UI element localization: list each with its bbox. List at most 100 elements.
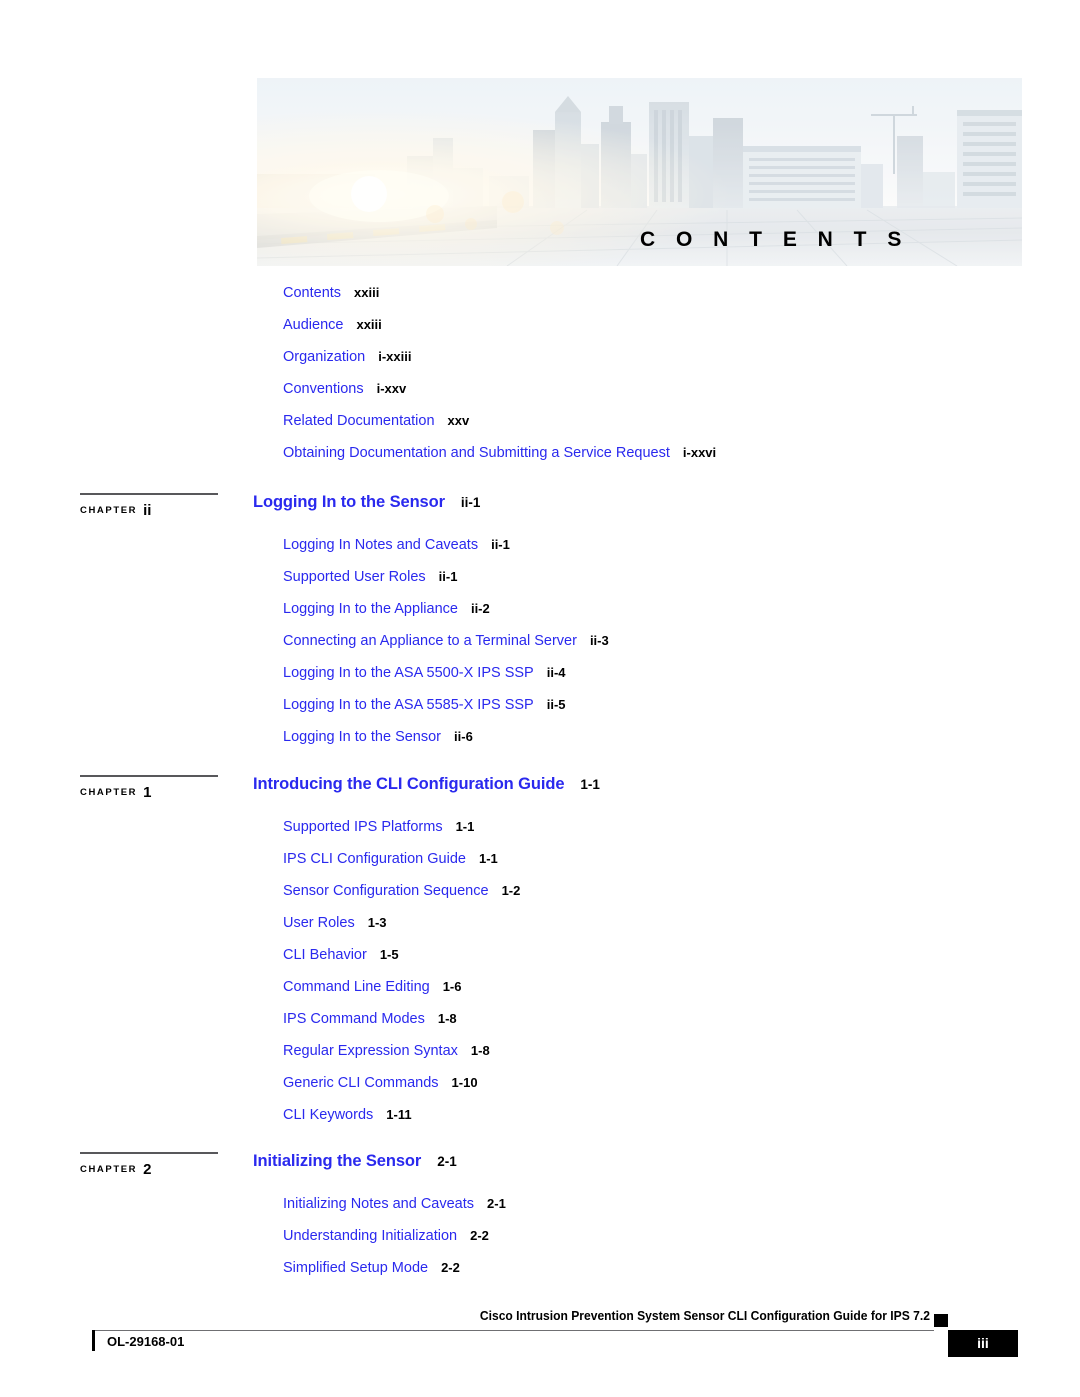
toc-entry-page: 1-8 bbox=[470, 1043, 490, 1058]
toc-entry-label: Logging In to the Sensor bbox=[283, 729, 442, 745]
toc-entry-label: Logging In Notes and Caveats bbox=[283, 537, 479, 553]
chapter-rule bbox=[80, 1152, 218, 1154]
toc-entry-page: ii-6 bbox=[454, 729, 473, 744]
toc-entry[interactable]: CLI Keywords 1-11 bbox=[283, 1105, 1013, 1137]
toc-entry-label: Logging In to the ASA 5585-X IPS SSP bbox=[283, 697, 534, 713]
chapter-title-row[interactable]: Logging In to the Sensor ii-1 bbox=[253, 493, 1013, 524]
toc-entry-label: Audience bbox=[283, 317, 344, 333]
toc-entry[interactable]: Audience xxiii bbox=[283, 315, 1003, 347]
toc-entry-page: 2-1 bbox=[487, 1196, 506, 1211]
chapter-number: ii bbox=[143, 502, 152, 519]
toc-entry-label: CLI Behavior bbox=[283, 947, 367, 963]
toc-entry-page: 1-8 bbox=[437, 1011, 457, 1026]
toc-entry-page: 1-1 bbox=[455, 819, 475, 834]
toc-entry-label: Obtaining Documentation and Submitting a… bbox=[283, 445, 670, 461]
toc-entry-label: Logging In to the ASA 5500-X IPS SSP bbox=[283, 665, 534, 681]
chapter-word: CHAPTER bbox=[80, 505, 138, 516]
footer-document-id: OL-29168-01 bbox=[107, 1334, 185, 1349]
page-footer: Cisco Intrusion Prevention System Sensor… bbox=[0, 1300, 1080, 1370]
toc-entry-label: Logging In to the Appliance bbox=[283, 601, 458, 617]
toc-entry-label: User Roles bbox=[283, 915, 355, 931]
toc-entry[interactable]: Command Line Editing 1-6 bbox=[283, 977, 1013, 1009]
toc-entry-page: ii-4 bbox=[546, 665, 566, 680]
footer-square-marker bbox=[934, 1314, 948, 1327]
toc-entry-label: Regular Expression Syntax bbox=[283, 1043, 458, 1059]
toc-entry-page: 1-10 bbox=[451, 1075, 478, 1090]
page-title: C O N T E N T S bbox=[640, 228, 909, 251]
toc-entry-page: ii-3 bbox=[589, 633, 609, 648]
toc-entry[interactable]: IPS CLI Configuration Guide 1-1 bbox=[283, 849, 1013, 881]
chapter-marker: CHAPTER 2 bbox=[80, 1152, 220, 1179]
chapter-number: 1 bbox=[143, 784, 152, 801]
toc-entry-page: 1-3 bbox=[367, 915, 387, 930]
toc-entry-page: xxiii bbox=[354, 285, 380, 300]
toc-entry[interactable]: Logging In to the Appliance ii-2 bbox=[283, 599, 1013, 631]
toc-entry[interactable]: CLI Behavior 1-5 bbox=[283, 945, 1013, 977]
toc-entry[interactable]: Regular Expression Syntax 1-8 bbox=[283, 1041, 1013, 1073]
toc-entry-label: Conventions bbox=[283, 381, 364, 397]
footer-page-number: iii bbox=[948, 1330, 1018, 1357]
chapter-number: 2 bbox=[143, 1161, 152, 1178]
chapter-marker: CHAPTER ii bbox=[80, 493, 220, 520]
toc-entry-page: xxiii bbox=[356, 317, 382, 332]
chapter-word: CHAPTER bbox=[80, 1164, 138, 1175]
chapter-title: Initializing the Sensor bbox=[253, 1152, 422, 1170]
toc-entry-page: 1-1 bbox=[478, 851, 498, 866]
toc-entry[interactable]: Supported IPS Platforms 1-1 bbox=[283, 817, 1013, 849]
footer-tick-marker bbox=[92, 1330, 95, 1351]
chapter-title-page: 1-1 bbox=[580, 777, 600, 792]
front-matter-toc-list: Contents xxiii Audience xxiii Organization… bbox=[283, 283, 1003, 475]
toc-entry-label: Initializing Notes and Caveats bbox=[283, 1196, 475, 1212]
toc-entry[interactable]: Logging In to the ASA 5585-X IPS SSP ii-5 bbox=[283, 695, 1013, 727]
toc-entry[interactable]: Sensor Configuration Sequence 1-2 bbox=[283, 881, 1013, 913]
toc-entry-label: Understanding Initialization bbox=[283, 1228, 458, 1244]
chapter-title: Logging In to the Sensor bbox=[253, 493, 445, 511]
toc-entry-page: 1-2 bbox=[501, 883, 521, 898]
toc-entry-label: Related Documentation bbox=[283, 413, 435, 429]
toc-entry[interactable]: Initializing Notes and Caveats 2-1 bbox=[283, 1194, 1013, 1226]
toc-entry-label: IPS Command Modes bbox=[283, 1011, 425, 1027]
chapter-title-row[interactable]: Introducing the CLI Configuration Guide 1… bbox=[253, 775, 1013, 806]
toc-entry[interactable]: Related Documentation xxv bbox=[283, 411, 1003, 443]
toc-entry-page: ii-1 bbox=[491, 537, 510, 552]
toc-entry[interactable]: IPS Command Modes 1-8 bbox=[283, 1009, 1013, 1041]
toc-entry-label: IPS CLI Configuration Guide bbox=[283, 851, 466, 867]
toc-entry-label: CLI Keywords bbox=[283, 1107, 374, 1123]
toc-entry[interactable]: Supported User Roles ii-1 bbox=[283, 567, 1013, 599]
footer-document-title: Cisco Intrusion Prevention System Sensor… bbox=[479, 1308, 930, 1323]
toc-entry-page: 2-2 bbox=[441, 1260, 460, 1275]
toc-entry[interactable]: Generic CLI Commands 1-10 bbox=[283, 1073, 1013, 1105]
toc-entry[interactable]: Contents xxiii bbox=[283, 283, 1003, 315]
toc-entry-page: ii-1 bbox=[438, 569, 458, 584]
toc-entry[interactable]: Logging In Notes and Caveats ii-1 bbox=[283, 535, 1013, 567]
chapter-title-row[interactable]: Initializing the Sensor 2-1 bbox=[253, 1152, 1013, 1183]
toc-entry[interactable]: Obtaining Documentation and Submitting a… bbox=[283, 443, 1003, 475]
toc-entry[interactable]: Conventions i-xxv bbox=[283, 379, 1003, 411]
toc-entry-label: Contents bbox=[283, 285, 342, 301]
toc-entry-label: Sensor Configuration Sequence bbox=[283, 883, 489, 899]
toc-entry[interactable]: Connecting an Appliance to a Terminal Se… bbox=[283, 631, 1013, 663]
toc-entry-page: i-xxiii bbox=[378, 349, 412, 364]
toc-entry[interactable]: Logging In to the ASA 5500-X IPS SSP ii-4 bbox=[283, 663, 1013, 695]
toc-entry-page: 1-5 bbox=[379, 947, 399, 962]
chapter-title-page: ii-1 bbox=[460, 495, 481, 510]
toc-entry-page: i-xxvi bbox=[682, 445, 717, 460]
toc-entry-page: 2-2 bbox=[470, 1228, 489, 1243]
toc-entry-page: 1-11 bbox=[386, 1107, 412, 1122]
toc-entry-label: Organization bbox=[283, 349, 366, 365]
toc-entry-label: Supported IPS Platforms bbox=[283, 819, 443, 835]
toc-entry-label: Connecting an Appliance to a Terminal Se… bbox=[283, 633, 577, 649]
toc-entry[interactable]: Logging In to the Sensor ii-6 bbox=[283, 727, 1013, 759]
toc-entry[interactable]: Understanding Initialization 2-2 bbox=[283, 1226, 1013, 1258]
toc-entry-page: xxv bbox=[447, 413, 470, 428]
toc-entry-page: i-xxv bbox=[376, 381, 407, 396]
toc-entry[interactable]: User Roles 1-3 bbox=[283, 913, 1013, 945]
chapter-entry-list: Logging In Notes and Caveats ii-1 Support… bbox=[253, 535, 1013, 759]
toc-entry-label: Supported User Roles bbox=[283, 569, 426, 585]
toc-entry-page: 1-6 bbox=[442, 979, 462, 994]
chapter-marker: CHAPTER 1 bbox=[80, 775, 220, 802]
toc-entry[interactable]: Organization i-xxiii bbox=[283, 347, 1003, 379]
toc-entry[interactable]: Simplified Setup Mode 2-2 bbox=[283, 1258, 1013, 1290]
chapter-title: Introducing the CLI Configuration Guide bbox=[253, 775, 565, 793]
chapter-title-page: 2-1 bbox=[437, 1154, 457, 1169]
